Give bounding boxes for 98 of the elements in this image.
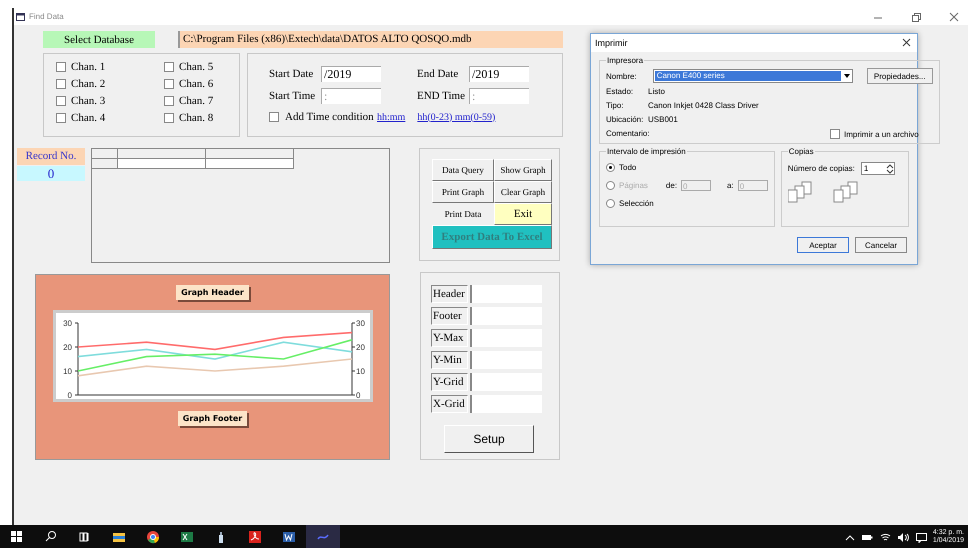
graph-header-label: Graph Header	[176, 285, 249, 300]
info-label: Ubicación:	[606, 114, 644, 124]
checkbox[interactable]	[164, 96, 174, 106]
setting-label: Y-Max	[431, 329, 468, 347]
document-icon[interactable]	[282, 530, 296, 544]
checkbox-label: Chan. 6	[179, 78, 214, 90]
field-label: End Date	[417, 68, 460, 80]
record-label: Record No.	[17, 148, 85, 165]
y-tick-label: 10	[62, 367, 72, 376]
search-icon[interactable]	[44, 530, 58, 544]
format-hint: hh:mm	[377, 112, 406, 122]
action-button[interactable]: Exit	[494, 203, 552, 225]
checkbox[interactable]	[164, 62, 174, 72]
checkbox-label: Imprimir a un archivo	[844, 130, 919, 138]
field-label: END Time	[417, 90, 466, 102]
y-tick-label: 0	[356, 391, 360, 400]
checkbox-label: Chan. 5	[179, 60, 214, 72]
properties-button[interactable]: Propiedades...	[866, 68, 933, 84]
checkbox[interactable]	[56, 112, 66, 122]
setting-label: Y-Grid	[431, 373, 468, 391]
setting-field[interactable]	[470, 307, 542, 325]
y-tick-label: 0	[67, 391, 72, 400]
spreadsheet-icon[interactable]	[180, 530, 194, 544]
y-tick-label: 20	[356, 343, 364, 352]
info-label: Tipo:	[606, 100, 624, 110]
printer-dropdown[interactable]: Canon E400 series	[652, 69, 853, 83]
field-label: Número de copias:	[788, 164, 855, 173]
action-button[interactable]: Clear Graph	[494, 181, 552, 203]
radio-label: Todo	[619, 162, 636, 172]
checkbox[interactable]	[56, 62, 66, 72]
setting-field[interactable]	[470, 395, 542, 413]
info-label: Estado:	[606, 86, 634, 96]
dropdown-arrow-icon[interactable]	[844, 74, 850, 78]
windows-icon[interactable]	[10, 530, 24, 544]
end-date-field[interactable]: /2019	[469, 66, 529, 82]
checkbox-label: Chan. 7	[179, 94, 214, 106]
checkbox-label: Chan. 1	[71, 60, 106, 72]
group-title: Impresora	[606, 56, 644, 65]
y-tick-label: 30	[356, 319, 364, 328]
checkbox[interactable]	[269, 112, 279, 122]
y-tick-label: 30	[62, 319, 72, 328]
radio-button[interactable]	[606, 162, 615, 172]
setting-label: X-Grid	[431, 395, 468, 413]
graph-footer-label: Graph Footer	[178, 411, 248, 426]
copies-spinner[interactable]: 1	[860, 162, 895, 175]
dialog-title: Imprimir	[595, 38, 628, 48]
checkbox-label: Chan. 8	[179, 112, 214, 124]
record-count: 0	[17, 166, 85, 181]
restore-icon[interactable]	[910, 10, 922, 22]
dialog-button[interactable]: Cancelar	[855, 237, 907, 253]
field-label: Start Time	[269, 90, 316, 102]
checkbox-label: Chan. 3	[71, 94, 106, 106]
pdf-icon[interactable]	[248, 530, 262, 544]
checkbox-label: Chan. 4	[71, 112, 106, 124]
info-label: Comentario:	[606, 128, 648, 138]
window-title: Find Data	[29, 12, 64, 21]
field-label: Nombre:	[606, 72, 637, 80]
checkbox[interactable]	[56, 96, 66, 106]
dialog-button[interactable]: Aceptar	[797, 237, 849, 253]
checkbox[interactable]	[830, 129, 840, 139]
checkbox-label: Add Time condition	[285, 111, 374, 123]
checkbox[interactable]	[164, 78, 174, 88]
action-button[interactable]: Show Graph	[494, 159, 552, 181]
setting-label: Footer	[431, 307, 468, 325]
info-value: Canon Inkjet 0428 Class Driver	[648, 100, 759, 110]
select-database-button[interactable]: Select Database	[43, 31, 155, 48]
close-icon[interactable]	[948, 10, 960, 22]
radio-label: Selección	[619, 198, 654, 208]
speaker-icon[interactable]	[896, 530, 909, 542]
y-tick-label: 20	[62, 343, 72, 352]
group-title: Intervalo de impresión	[606, 147, 687, 156]
info-value: Listo	[648, 86, 665, 96]
radio-button[interactable]	[606, 198, 615, 208]
field-label: de:	[666, 180, 678, 190]
setting-label: Header	[431, 285, 468, 303]
circle-icon[interactable]	[146, 530, 160, 544]
info-value: USB001	[648, 114, 678, 124]
notification-icon[interactable]	[914, 530, 927, 542]
checkbox[interactable]	[56, 78, 66, 88]
y-tick-label: 10	[356, 367, 364, 376]
field-label: a:	[727, 180, 734, 190]
field-label: Start Date	[269, 68, 314, 80]
checkbox-label: Chan. 2	[71, 78, 106, 90]
checkbox[interactable]	[164, 112, 174, 122]
action-button[interactable]: Data Query	[432, 159, 494, 181]
action-button[interactable]: Print Graph	[432, 181, 494, 203]
setting-field[interactable]	[470, 373, 542, 391]
setup-button[interactable]: Setup	[444, 425, 534, 453]
setting-field[interactable]	[470, 285, 542, 303]
group-title: Copias	[788, 147, 815, 156]
start-date-field[interactable]: /2019	[321, 66, 381, 82]
setting-field[interactable]	[470, 329, 542, 347]
format-hint: hh(0-23) mm(0-59)	[417, 112, 496, 122]
setting-field[interactable]	[470, 351, 542, 369]
database-path-field[interactable]: C:\Program Files (x86)\Extech\data\DATOS ALTO QOSQO.mdb	[178, 31, 563, 48]
radio-label: Páginas	[619, 180, 648, 190]
setting-label: Y-Min	[431, 351, 468, 369]
data-grid[interactable]	[91, 148, 390, 263]
